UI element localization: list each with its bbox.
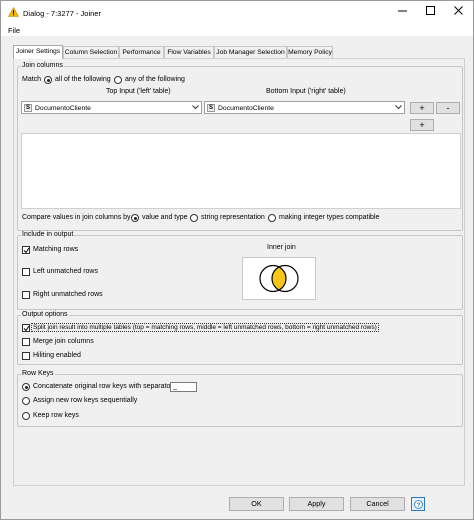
right-join-column-value: DocumentoCliente: [218, 104, 274, 112]
maximize-button[interactable]: [419, 4, 443, 20]
maximize-icon: [426, 6, 436, 18]
match-label: Match: [22, 76, 42, 83]
compare-string-radio[interactable]: [190, 214, 198, 222]
minimize-button[interactable]: [391, 4, 415, 20]
menu-bar: File: [1, 23, 473, 36]
row-keys-concat-radio[interactable]: [22, 383, 30, 391]
help-icon: ?: [414, 500, 423, 511]
matching-rows-checkbox[interactable]: [22, 246, 30, 254]
right-join-column-select[interactable]: S DocumentoCliente: [204, 101, 405, 114]
match-any-label[interactable]: any of the following: [125, 76, 185, 83]
compare-value-type-label[interactable]: value and type: [142, 214, 188, 221]
join-columns-list[interactable]: [21, 133, 461, 209]
right-unmatched-checkbox[interactable]: [22, 291, 30, 299]
row-keys-keep-label[interactable]: Keep row keys: [33, 412, 79, 419]
split-result-label[interactable]: Split join result into multiple tables (…: [31, 323, 379, 332]
tab-flow-variables[interactable]: Flow Variables: [164, 46, 214, 58]
chevron-down-icon: [192, 105, 199, 112]
inner-join-venn-icon: [242, 257, 316, 300]
menu-file[interactable]: File: [8, 26, 20, 35]
include-output-group: Include in output Matching rows Left unm…: [17, 231, 463, 310]
separator-input[interactable]: _: [170, 382, 197, 392]
ok-button[interactable]: OK: [229, 497, 284, 511]
left-table-header: Top Input ('left' table): [106, 88, 171, 95]
tab-memory-policy[interactable]: Memory Policy: [287, 46, 333, 58]
row-keys-title: Row Keys: [21, 370, 55, 377]
minimize-icon: [398, 6, 408, 18]
chevron-down-icon: [395, 105, 402, 112]
merge-join-columns-checkbox[interactable]: [22, 338, 30, 346]
string-type-icon: S: [207, 104, 215, 112]
row-keys-assign-radio[interactable]: [22, 397, 30, 405]
apply-button[interactable]: Apply: [289, 497, 344, 511]
compare-label: Compare values in join columns by: [22, 214, 131, 221]
svg-text:?: ?: [417, 502, 421, 509]
joiner-settings-panel: Join columns Match all of the following …: [13, 58, 465, 486]
title-bar[interactable]: Dialog - 7:3277 - Joiner: [1, 1, 473, 23]
tab-performance[interactable]: Performance: [119, 46, 164, 58]
hiliting-checkbox[interactable]: [22, 352, 30, 360]
matching-rows-label[interactable]: Matching rows: [33, 246, 78, 253]
help-button[interactable]: ?: [411, 497, 425, 511]
row-keys-assign-label[interactable]: Assign new row keys sequentially: [33, 397, 137, 404]
add-join-row-button-2[interactable]: +: [410, 119, 434, 131]
tab-job-manager-selection[interactable]: Job Manager Selection: [214, 46, 287, 58]
warning-icon: [7, 6, 20, 19]
hiliting-label[interactable]: Hiliting enabled: [33, 352, 81, 359]
string-type-icon: S: [24, 104, 32, 112]
match-all-label[interactable]: all of the following: [55, 76, 111, 83]
compare-integer-label[interactable]: making integer types compatible: [279, 214, 379, 221]
close-button[interactable]: [447, 4, 471, 20]
tab-joiner-settings[interactable]: Joiner Settings: [13, 45, 63, 59]
row-keys-group: Row Keys Concatenate original row keys w…: [17, 370, 463, 427]
include-output-title: Include in output: [21, 231, 75, 238]
join-columns-title: Join columns: [21, 62, 64, 69]
right-table-header: Bottom Input ('right' table): [266, 88, 346, 95]
tab-column-selection[interactable]: Column Selection: [63, 46, 119, 58]
row-keys-keep-radio[interactable]: [22, 412, 30, 420]
merge-join-columns-label[interactable]: Merge join columns: [33, 338, 94, 345]
output-options-group: Output options Split join result into mu…: [17, 311, 463, 365]
compare-string-label[interactable]: string representation: [201, 214, 265, 221]
split-result-checkbox[interactable]: [22, 324, 30, 332]
row-keys-concat-label[interactable]: Concatenate original row keys with separ…: [33, 383, 173, 390]
match-any-radio[interactable]: [114, 76, 122, 84]
output-options-title: Output options: [21, 311, 69, 318]
join-columns-group: Join columns Match all of the following …: [17, 62, 463, 231]
left-join-column-select[interactable]: S DocumentoCliente: [21, 101, 202, 114]
add-join-row-button[interactable]: +: [410, 102, 434, 114]
left-join-column-value: DocumentoCliente: [35, 104, 91, 112]
left-unmatched-label[interactable]: Left unmatched rows: [33, 268, 98, 275]
cancel-button[interactable]: Cancel: [350, 497, 405, 511]
join-type-title: Inner join: [267, 244, 296, 251]
compare-integer-radio[interactable]: [268, 214, 276, 222]
remove-join-row-button[interactable]: -: [436, 102, 460, 114]
compare-value-type-radio[interactable]: [131, 214, 139, 222]
joiner-dialog-window: Dialog - 7:3277 - Joiner File Joiner Set…: [0, 0, 474, 520]
match-all-radio[interactable]: [44, 76, 52, 84]
right-unmatched-label[interactable]: Right unmatched rows: [33, 291, 103, 298]
window-title: Dialog - 7:3277 - Joiner: [23, 9, 101, 18]
left-unmatched-checkbox[interactable]: [22, 268, 30, 276]
close-icon: [454, 6, 464, 18]
